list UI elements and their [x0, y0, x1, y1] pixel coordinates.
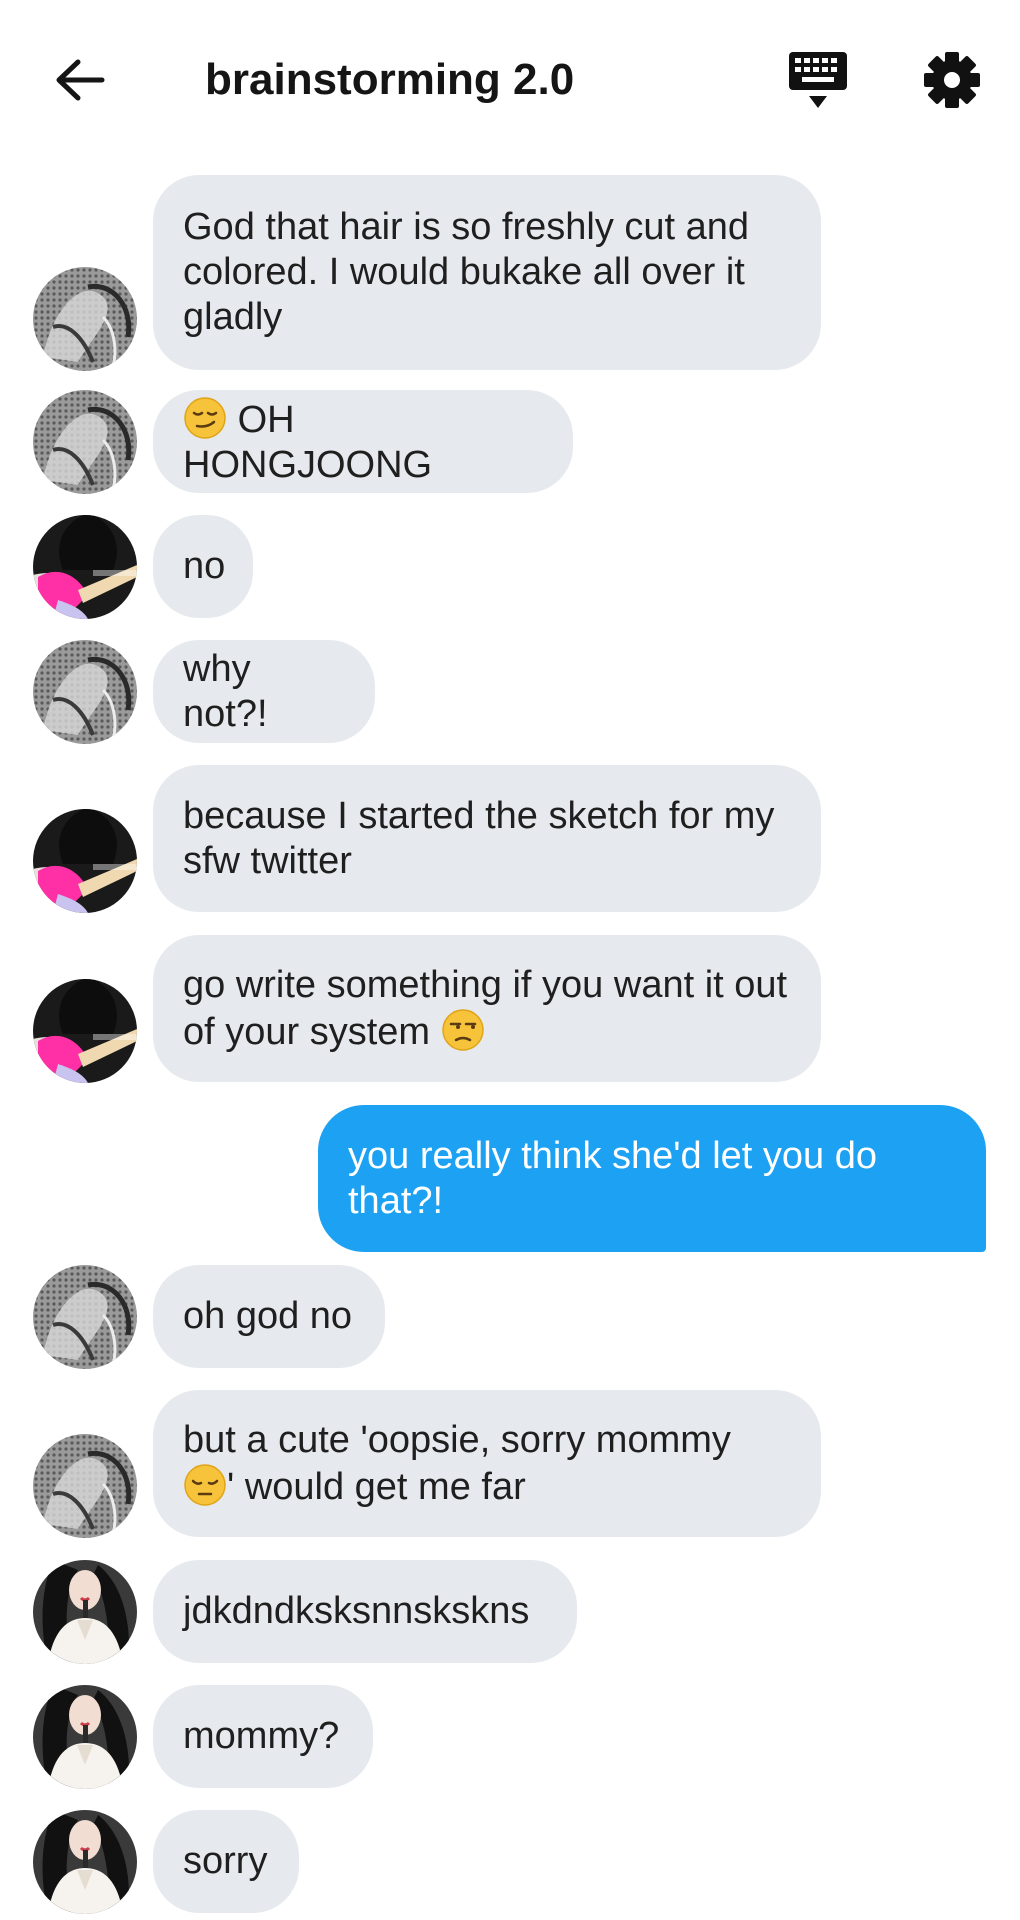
- message-text: sorry: [183, 1840, 268, 1882]
- pensive-face-icon: [184, 1463, 226, 1506]
- avatar[interactable]: [33, 1685, 137, 1789]
- message-text: oh god no: [183, 1295, 353, 1337]
- avatar[interactable]: [33, 809, 137, 913]
- message-text: no: [183, 545, 226, 587]
- avatar[interactable]: [33, 640, 137, 744]
- message-text: ' would get me far: [227, 1465, 526, 1508]
- smirking-face-icon: [184, 396, 226, 439]
- message-bubble[interactable]: because I started the sketch for my sfw …: [153, 765, 821, 912]
- message-bubble[interactable]: but a cute 'oopsie, sorry mommy ' would …: [153, 1390, 821, 1537]
- message-bubble[interactable]: go write something if you want it out of…: [153, 935, 821, 1082]
- avatar[interactable]: [33, 390, 137, 494]
- message-list[interactable]: God that hair is so freshly cut and colo…: [0, 0, 1020, 1920]
- message-row: but a cute 'oopsie, sorry mommy ' would …: [0, 1390, 1020, 1538]
- message-text: mommy?: [183, 1715, 340, 1757]
- message-bubble[interactable]: oh god no: [153, 1265, 385, 1368]
- message-row: you really think she'd let you do that?!: [0, 1105, 1020, 1252]
- unamused-face-icon: [441, 1008, 484, 1051]
- message-row: OH HONGJOONG: [0, 390, 1020, 494]
- message-row: sorry: [0, 1810, 1020, 1914]
- message-text: because I started the sketch for my sfw …: [183, 794, 775, 882]
- message-bubble[interactable]: jdkdndksksnnskskns: [153, 1560, 577, 1663]
- message-bubble[interactable]: why not?!: [153, 640, 375, 743]
- avatar[interactable]: [33, 267, 137, 371]
- message-text: God that hair is so freshly cut and colo…: [183, 206, 750, 338]
- message-text: jdkdndksksnnskskns: [183, 1590, 530, 1632]
- message-bubble-sent[interactable]: you really think she'd let you do that?!: [318, 1105, 986, 1252]
- message-row: jdkdndksksnnskskns: [0, 1560, 1020, 1664]
- message-content: OH HONGJOONG: [183, 396, 543, 488]
- message-content: go write something if you want it out of…: [183, 963, 791, 1055]
- message-row: go write something if you want it out of…: [0, 935, 1020, 1083]
- message-text: why not?!: [183, 647, 268, 735]
- message-bubble[interactable]: sorry: [153, 1810, 299, 1913]
- message-text: but a cute 'oopsie, sorry mommy: [183, 1418, 731, 1461]
- message-text: you really think she'd let you do that?!: [348, 1134, 878, 1222]
- avatar[interactable]: [33, 979, 137, 1083]
- avatar[interactable]: [33, 1434, 137, 1538]
- message-row: oh god no: [0, 1265, 1020, 1369]
- message-row: why not?!: [0, 640, 1020, 744]
- avatar[interactable]: [33, 1560, 137, 1664]
- message-row: because I started the sketch for my sfw …: [0, 765, 1020, 913]
- message-content: but a cute 'oopsie, sorry mommy ' would …: [183, 1418, 731, 1510]
- avatar[interactable]: [33, 515, 137, 619]
- message-row: no: [0, 515, 1020, 619]
- message-text: go write something if you want it out of…: [183, 963, 788, 1053]
- message-bubble[interactable]: mommy?: [153, 1685, 373, 1788]
- avatar[interactable]: [33, 1265, 137, 1369]
- message-bubble[interactable]: God that hair is so freshly cut and colo…: [153, 175, 821, 370]
- message-row: God that hair is so freshly cut and colo…: [0, 175, 1020, 371]
- message-bubble[interactable]: no: [153, 515, 253, 618]
- avatar[interactable]: [33, 1810, 137, 1914]
- message-bubble[interactable]: OH HONGJOONG: [153, 390, 573, 493]
- message-row: mommy?: [0, 1685, 1020, 1789]
